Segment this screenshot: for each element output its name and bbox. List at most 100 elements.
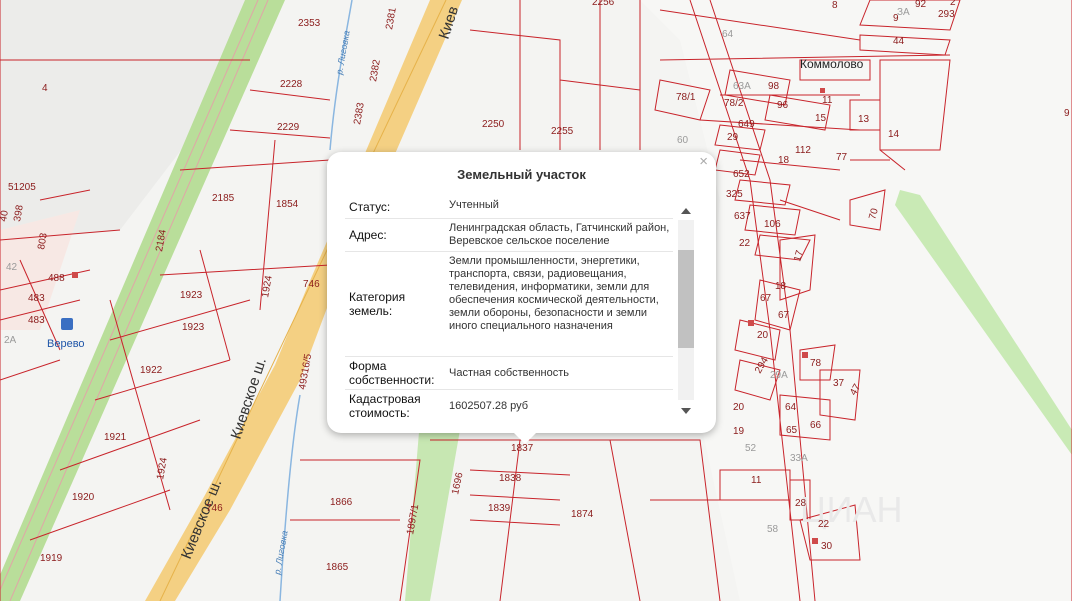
plot-label[interactable]: 64 xyxy=(722,29,734,40)
station-icon xyxy=(61,318,73,330)
plot-label[interactable]: 293 xyxy=(938,9,955,20)
plot-label[interactable]: 2256 xyxy=(592,0,615,8)
plot-label[interactable]: 77 xyxy=(836,152,848,163)
plot-label[interactable]: 1874 xyxy=(571,509,594,520)
plot-label[interactable]: 2228 xyxy=(280,79,303,90)
plot-label[interactable]: 1920 xyxy=(72,492,95,503)
plot-label[interactable]: 14 xyxy=(888,129,900,140)
plot-label[interactable]: 98 xyxy=(768,81,780,92)
plot-label[interactable]: 52 xyxy=(745,443,757,454)
info-row-ownership: Форма собственности: Частная собственнос… xyxy=(345,357,673,390)
plot-label[interactable]: 11 xyxy=(822,95,833,106)
scrollbar-track[interactable] xyxy=(678,220,694,400)
station-label-verevo: Верево xyxy=(47,338,85,350)
popup-title: Земельный участок xyxy=(457,167,586,182)
plot-label[interactable]: 66 xyxy=(810,420,822,431)
info-key: Адрес: xyxy=(349,228,387,242)
plot-label[interactable]: 15 xyxy=(815,113,827,124)
scroll-up-arrow-icon[interactable] xyxy=(681,208,691,214)
plot-label[interactable]: 483 xyxy=(28,315,45,326)
plot-label[interactable]: 33А xyxy=(790,453,808,464)
plot-label[interactable]: 2229 xyxy=(277,122,300,133)
plot-label[interactable]: 1838 xyxy=(499,473,522,484)
popup-pointer xyxy=(513,432,537,444)
plot-label[interactable]: 483 xyxy=(28,293,45,304)
plot-label[interactable]: 64 xyxy=(785,402,797,413)
info-key: Кадастровая стоимость: xyxy=(349,392,421,418)
plot-label[interactable]: 96 xyxy=(777,100,789,111)
info-key: Статус: xyxy=(349,200,391,214)
popup-scrollbar[interactable] xyxy=(678,202,694,416)
plot-label[interactable]: 28 xyxy=(795,498,807,509)
plot-label[interactable]: 652 xyxy=(733,169,750,180)
plot-label[interactable]: 37 xyxy=(833,378,845,389)
plot-label[interactable]: 1866 xyxy=(330,497,353,508)
plot-label[interactable]: ЗА xyxy=(897,7,910,18)
plot-label[interactable]: 2 xyxy=(950,0,956,8)
plot-label[interactable]: 4 xyxy=(42,83,48,94)
plot-label[interactable]: 2255 xyxy=(551,126,574,137)
info-row-status: Статус: Учтенный xyxy=(345,196,673,219)
plot-label[interactable]: 22 xyxy=(818,519,830,530)
plot-label[interactable]: 2185 xyxy=(212,193,235,204)
plot-label[interactable]: 325 xyxy=(726,189,743,200)
plot-label[interactable]: 51205 xyxy=(8,182,36,193)
plot-label[interactable]: 67 xyxy=(778,310,790,321)
plot-label[interactable]: 1919 xyxy=(40,553,63,564)
plot-label[interactable]: 13 xyxy=(858,114,870,125)
plot-label[interactable]: 29А xyxy=(770,370,788,381)
plot-label[interactable]: 649 xyxy=(738,119,755,130)
plot-label[interactable]: 18 xyxy=(775,281,787,292)
plot-label[interactable]: 19 xyxy=(733,426,745,437)
plot-label[interactable]: 58 xyxy=(767,524,779,535)
plot-label[interactable]: 30 xyxy=(821,541,833,552)
plot-label[interactable]: 1921 xyxy=(104,432,127,443)
plot-label[interactable]: 488 xyxy=(48,273,65,284)
plot-label[interactable]: 78 xyxy=(810,358,822,369)
info-value: Земли промышленности, энергетики, трансп… xyxy=(449,255,659,332)
info-row-category: Категория земель: Земли промышленности, … xyxy=(345,252,673,357)
plot-label[interactable]: 65 xyxy=(786,425,798,436)
info-row-address: Адрес: Ленинградская область, Гатчинский… xyxy=(345,219,673,252)
plot-label[interactable]: 11 xyxy=(751,475,762,486)
scroll-down-arrow-icon[interactable] xyxy=(681,408,691,414)
plot-label[interactable]: 29 xyxy=(727,132,739,143)
scrollbar-thumb[interactable] xyxy=(678,250,694,348)
popup-body[interactable]: Статус: Учтенный Адрес: Ленинградская об… xyxy=(345,196,673,418)
plot-label[interactable]: 22 xyxy=(739,238,751,249)
plot-label[interactable]: 637 xyxy=(734,211,751,222)
plot-label[interactable]: 78/1 xyxy=(676,92,696,103)
plot-label[interactable]: 78/2 xyxy=(724,98,744,109)
plot-label[interactable]: 1923 xyxy=(182,322,205,333)
info-key: Форма собственности: xyxy=(349,359,435,387)
plot-label[interactable]: 9 xyxy=(1064,108,1070,119)
plot-label[interactable]: 746 xyxy=(303,279,320,290)
watermark: ЦИАН xyxy=(800,489,903,530)
info-value: Частная собственность xyxy=(449,366,570,379)
plot-label[interactable]: 1854 xyxy=(276,199,299,210)
plot-label[interactable]: 60 xyxy=(677,135,689,146)
plot-label[interactable]: 63А xyxy=(733,81,751,92)
plot-label[interactable]: 1837 xyxy=(511,443,534,454)
place-label-kommolovo: Коммолово xyxy=(800,57,864,71)
plot-label[interactable]: 2353 xyxy=(298,18,321,29)
plot-label[interactable]: 92 xyxy=(915,0,927,10)
plot-label[interactable]: 20 xyxy=(733,402,745,413)
plot-label[interactable]: 746 xyxy=(206,503,223,514)
plot-label[interactable]: 67 xyxy=(760,293,772,304)
plot-label[interactable]: 8 xyxy=(832,0,838,11)
info-row-cadastral-value: Кадастровая стоимость: 1602507.28 руб xyxy=(345,390,673,418)
plot-label[interactable]: 2250 xyxy=(482,119,505,130)
plot-label[interactable]: 1923 xyxy=(180,290,203,301)
plot-label[interactable]: 44 xyxy=(893,36,905,47)
plot-label[interactable]: 112 xyxy=(795,145,811,156)
plot-label[interactable]: 20 xyxy=(757,330,769,341)
plot-label[interactable]: 1922 xyxy=(140,365,163,376)
plot-label[interactable]: 42 xyxy=(6,262,18,273)
plot-label[interactable]: 1839 xyxy=(488,503,511,514)
plot-label[interactable]: 106 xyxy=(764,219,781,230)
plot-label[interactable]: 1865 xyxy=(326,562,349,573)
land-plot-popup: × Земельный участок Статус: Учтенный Адр… xyxy=(327,152,716,444)
plot-label[interactable]: 18 xyxy=(778,155,790,166)
plot-label[interactable]: 2А xyxy=(4,335,17,346)
